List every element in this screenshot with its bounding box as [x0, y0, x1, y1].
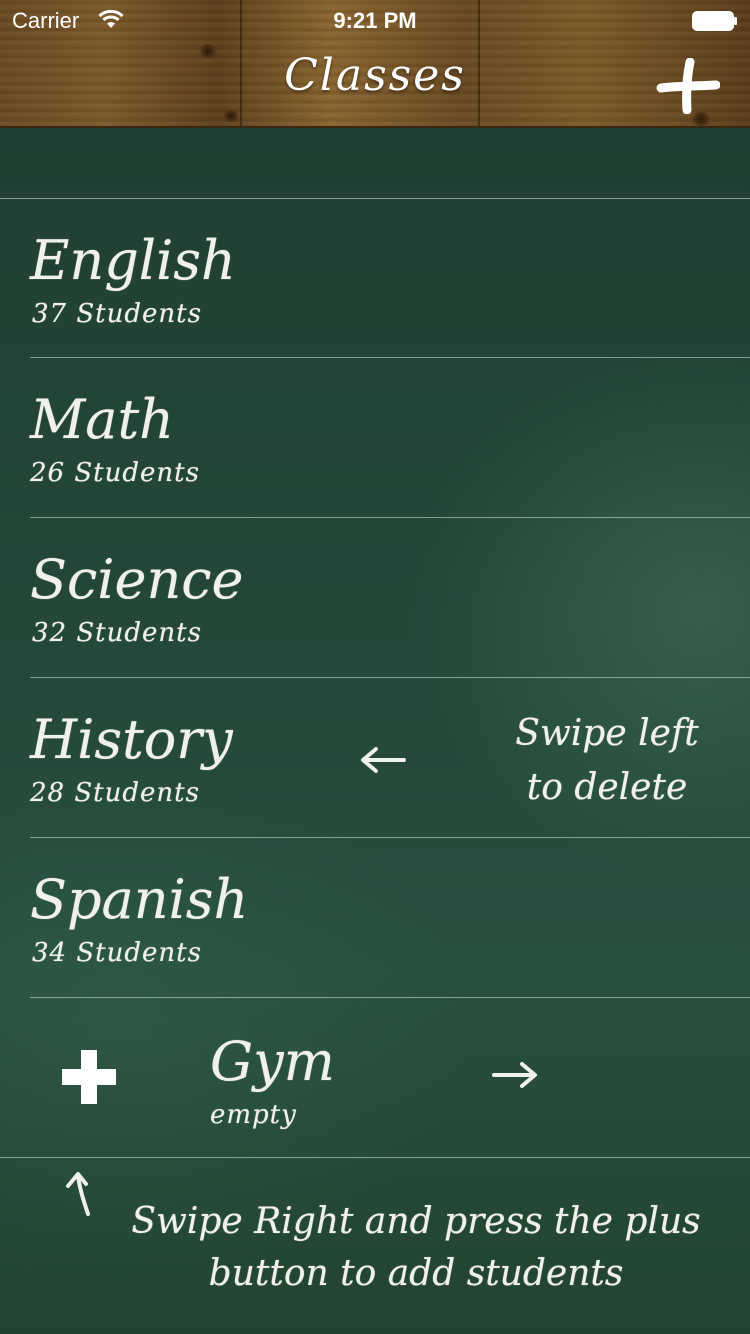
- student-count: 34 Students: [32, 938, 202, 968]
- add-class-button[interactable]: [656, 58, 720, 114]
- swipe-delete-hint-line2: to delete: [526, 767, 688, 808]
- battery-icon: [692, 11, 737, 31]
- class-name: English: [30, 229, 236, 292]
- student-count: 28 Students: [30, 778, 200, 808]
- add-students-button[interactable]: [60, 1048, 118, 1106]
- student-count: 37 Students: [32, 299, 202, 329]
- status-bar: Carrier 9:21 PM: [0, 0, 750, 40]
- arrow-up-icon: [66, 1172, 90, 1216]
- class-name: Math: [30, 388, 174, 451]
- class-name: Spanish: [30, 868, 249, 931]
- swipe-add-hint-line2: button to add students: [208, 1253, 624, 1294]
- wood-knot: [690, 112, 712, 126]
- plus-icon: [656, 58, 720, 114]
- class-row-english[interactable]: English 37 Students: [0, 199, 750, 357]
- class-row-math[interactable]: Math 26 Students: [0, 358, 750, 516]
- swipe-delete-hint-line1: Swipe left: [515, 713, 699, 754]
- class-name: Science: [30, 548, 244, 611]
- class-row-history[interactable]: History 28 Students Swipe left to delete: [0, 678, 750, 836]
- class-row-spanish[interactable]: Spanish 34 Students: [0, 838, 750, 996]
- wood-knot: [222, 110, 240, 122]
- swipe-add-hint-line1: Swipe Right and press the plus: [131, 1201, 701, 1242]
- arrow-right-icon: [492, 1062, 537, 1088]
- student-count: 32 Students: [32, 618, 202, 648]
- page-title: Classes: [284, 50, 466, 101]
- navigation-bar: Carrier 9:21 PM Classes: [0, 0, 750, 128]
- class-row-science[interactable]: Science 32 Students: [0, 518, 750, 676]
- class-name: Gym: [210, 1030, 335, 1093]
- student-count: 26 Students: [30, 458, 200, 488]
- class-name: History: [30, 708, 233, 771]
- divider: [0, 1157, 750, 1158]
- status-time: 9:21 PM: [333, 8, 417, 33]
- plus-icon: [62, 1050, 116, 1104]
- student-count: empty: [210, 1100, 297, 1130]
- arrow-left-icon: [361, 747, 406, 773]
